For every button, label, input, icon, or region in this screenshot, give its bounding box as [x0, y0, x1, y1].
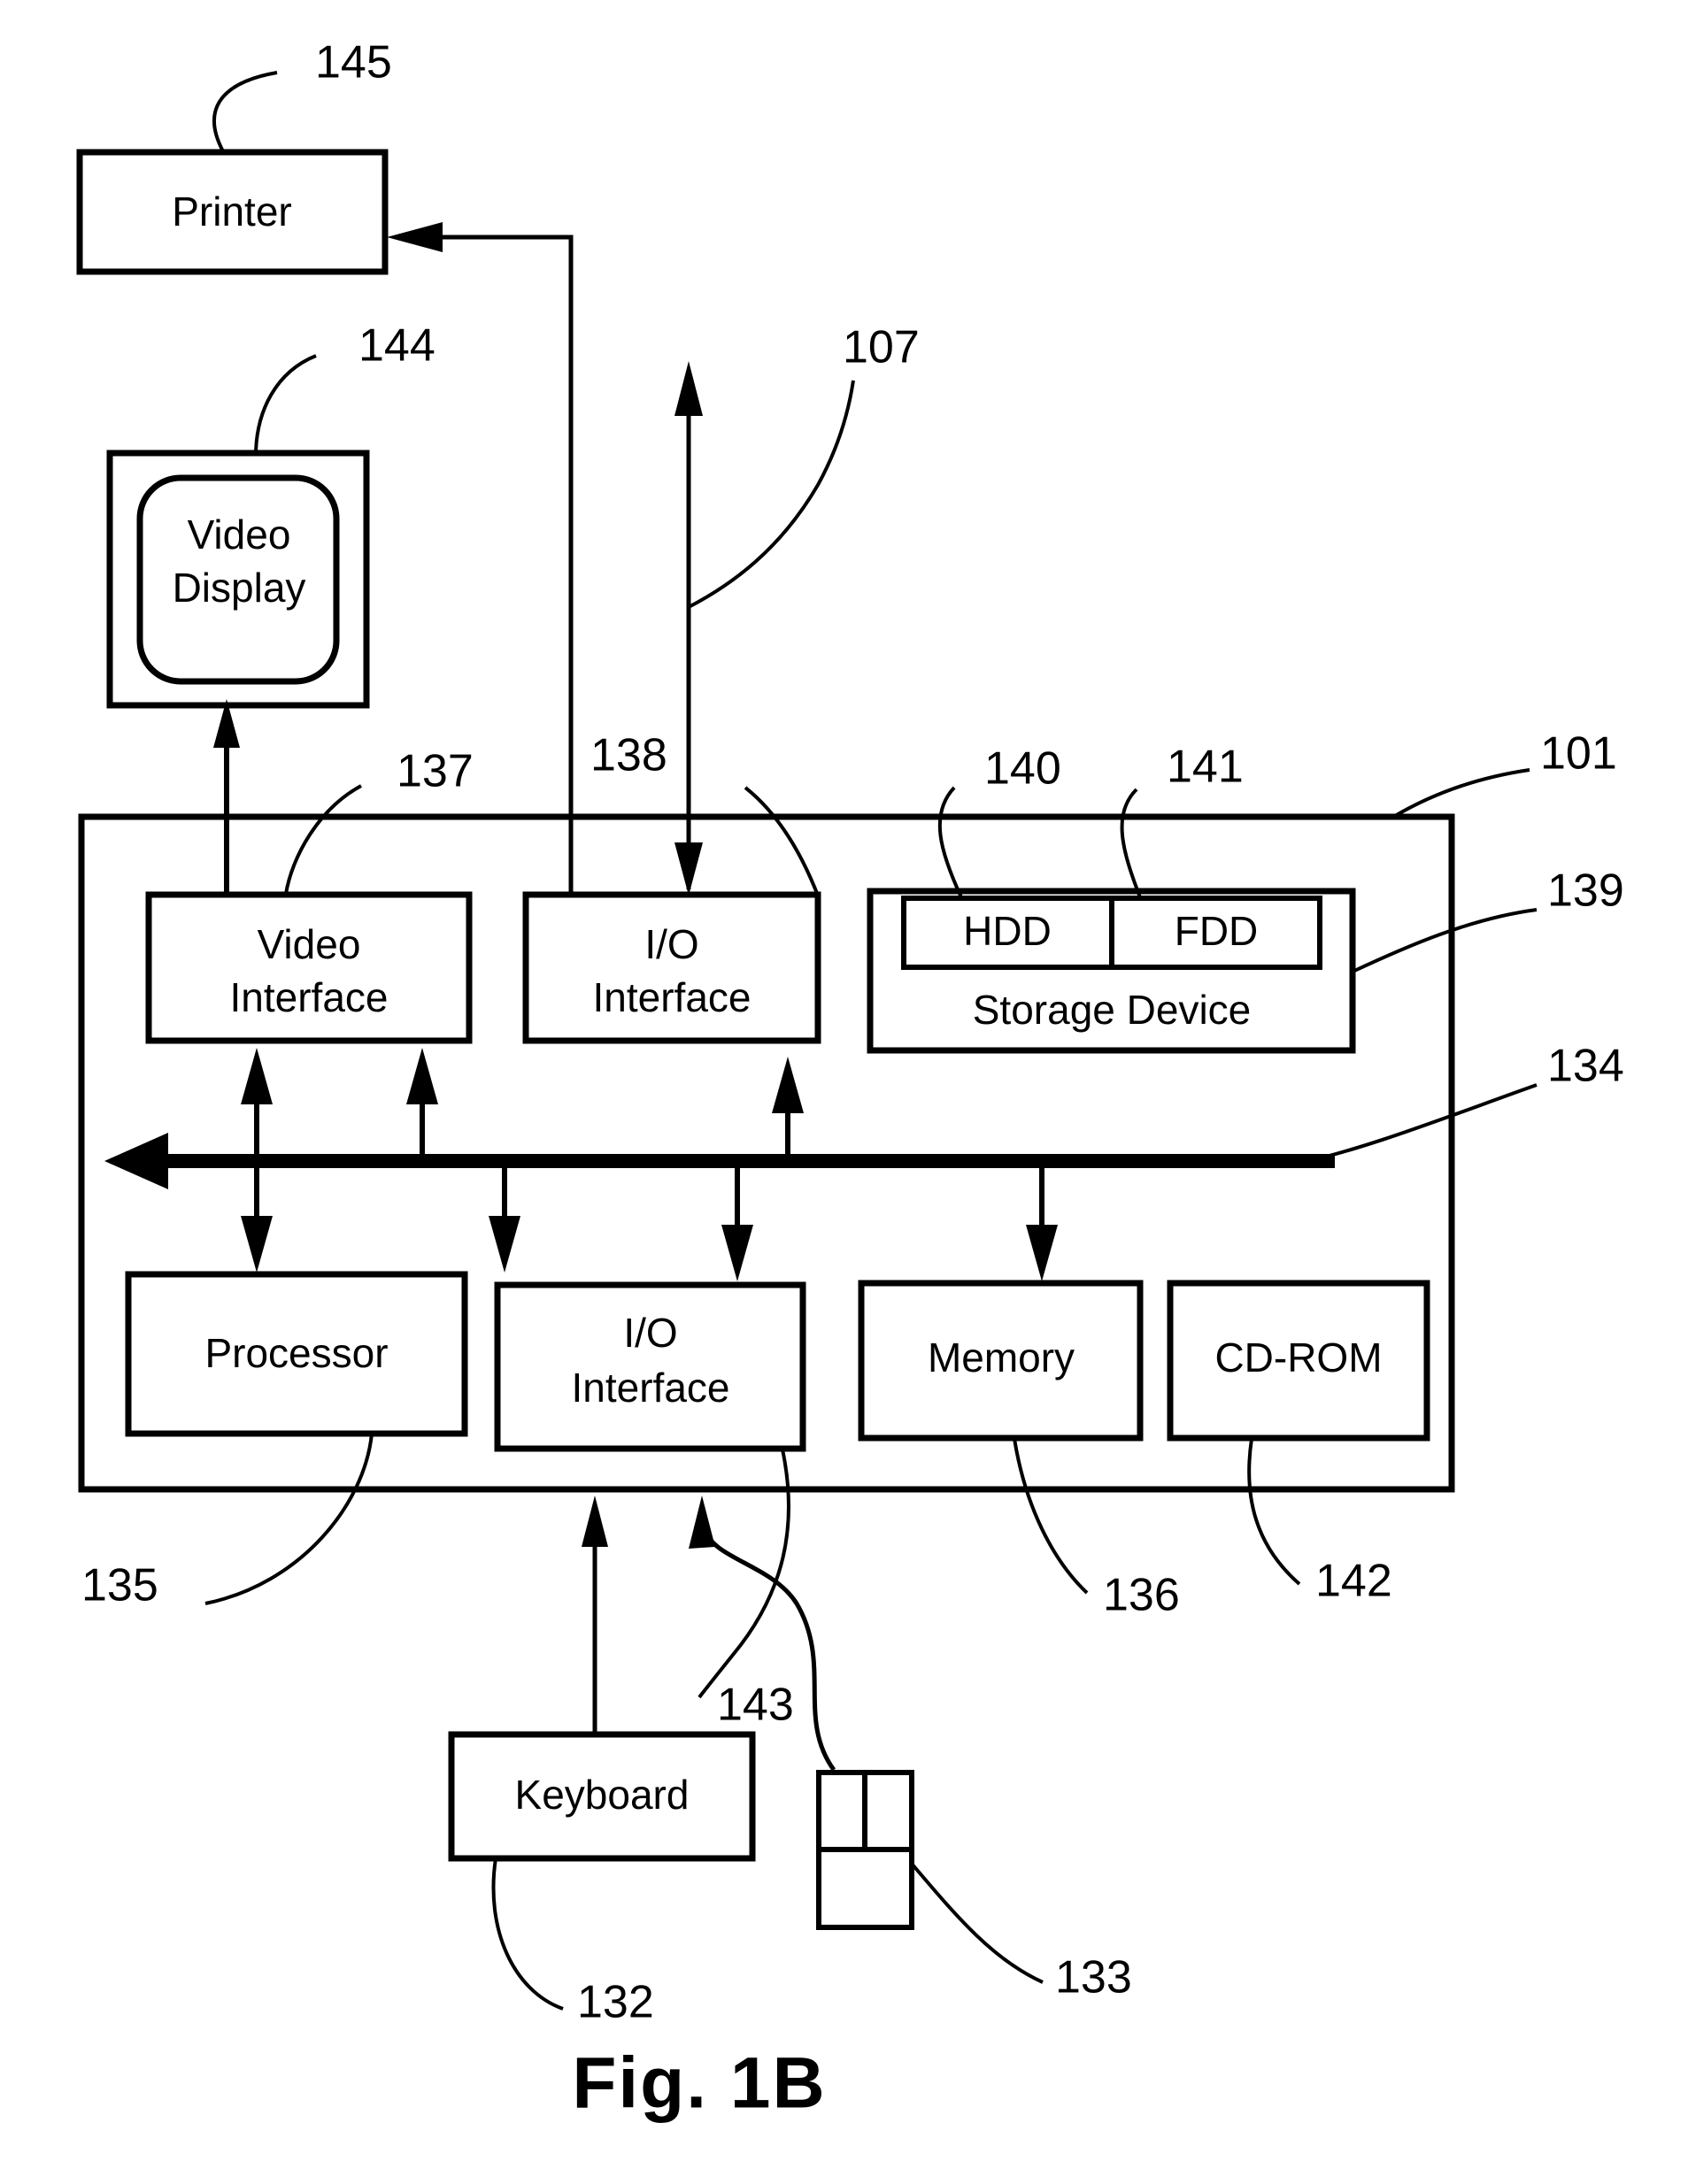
arrow-head-up-icon: [241, 1048, 273, 1104]
leader-line-101: [1393, 768, 1530, 818]
ref-135: 135: [81, 1560, 158, 1611]
cdrom-label: CD-ROM: [1214, 1334, 1382, 1380]
cdrom-block: CD-ROM: [1167, 1280, 1430, 1442]
io-interface-top-label-line2: Interface: [593, 974, 752, 1020]
arrow-video-interface-to-display: [213, 699, 240, 894]
arrow-bus-to-processor: [241, 1161, 273, 1273]
io-interface-bottom-block: I/O Interface: [494, 1281, 806, 1452]
leader-line-132: [491, 1857, 564, 2011]
video-display-block: Video Display: [106, 450, 370, 709]
arrow-head-down-icon: [721, 1225, 753, 1281]
io-interface-bottom-label-line1: I/O: [623, 1310, 677, 1356]
arrow-head-up-icon: [674, 361, 703, 416]
patent-figure-root: Printer 145 Video Display 144 101 Video …: [0, 0, 1688, 2184]
block-diagram-canvas: Printer 145 Video Display 144 101 Video …: [76, 37, 1624, 2124]
keyboard-label: Keyboard: [515, 1772, 690, 1818]
hdd-label: HDD: [963, 908, 1052, 954]
io-interface-top-block: I/O Interface: [522, 891, 821, 1044]
leader-line-144: [254, 354, 317, 454]
ref-107: 107: [843, 322, 920, 373]
arrow-head-up-icon: [406, 1048, 438, 1104]
ref-101: 101: [1540, 728, 1617, 780]
video-display-label-line1: Video: [188, 511, 291, 558]
arrow-bus-to-io-interface-top: [406, 1048, 438, 1161]
arrow-bus-to-cdrom: [1026, 1161, 1058, 1281]
leader-line-138: [744, 786, 820, 896]
arrow-head-up-icon: [772, 1057, 804, 1113]
arrow-head-down-icon: [241, 1216, 273, 1273]
video-interface-block: Video Interface: [145, 891, 473, 1044]
fdd-label: FDD: [1175, 908, 1259, 954]
arrow-head-down-icon: [674, 842, 703, 896]
ref-133: 133: [1055, 1952, 1132, 2003]
ref-140: 140: [984, 743, 1061, 795]
storage-device-label: Storage Device: [973, 987, 1252, 1033]
leader-line-142: [1247, 1438, 1301, 1586]
keyboard-block: Keyboard: [448, 1731, 756, 1862]
arrow-head-left-icon: [104, 1133, 168, 1189]
printer-block: Printer: [76, 149, 389, 275]
ref-142: 142: [1315, 1556, 1392, 1607]
leader-line-145: [212, 71, 278, 152]
ref-145: 145: [315, 37, 392, 88]
mouse-block: [816, 1770, 914, 1930]
processor-block: Processor: [125, 1271, 468, 1437]
video-display-label-line2: Display: [173, 565, 306, 611]
ref-141: 141: [1167, 742, 1244, 793]
leader-line-139: [1352, 908, 1538, 973]
leader-line-135: [204, 1433, 374, 1605]
arrow-bus-to-memory: [721, 1161, 753, 1281]
storage-device-block: HDD FDD Storage Device: [867, 888, 1356, 1054]
io-interface-bottom-label-line2: Interface: [572, 1365, 730, 1411]
video-interface-label-line1: Video: [258, 921, 361, 967]
io-interface-top-label-line1: I/O: [644, 921, 698, 967]
leader-line-107: [688, 380, 855, 609]
arrow-head-left-icon: [387, 222, 443, 252]
ref-132: 132: [577, 1977, 654, 2028]
arrow-head-down-icon: [489, 1216, 520, 1273]
arrow-bus-to-storage-device: [772, 1057, 804, 1161]
leader-line-140: [937, 786, 963, 898]
ref-139: 139: [1547, 865, 1624, 917]
arrow-head-down-icon: [1026, 1225, 1058, 1281]
leader-line-133: [910, 1862, 1044, 1984]
ref-137: 137: [397, 746, 474, 797]
leader-line-137: [284, 784, 362, 895]
system-bus: [104, 1133, 1335, 1189]
arrow-bus-to-video-interface: [241, 1048, 273, 1161]
video-interface-label-line2: Interface: [230, 974, 389, 1020]
ref-134: 134: [1547, 1041, 1624, 1092]
leader-line-141: [1120, 788, 1142, 898]
ref-138: 138: [590, 730, 667, 781]
memory-block: Memory: [858, 1280, 1144, 1442]
ref-136: 136: [1103, 1570, 1180, 1621]
ref-144: 144: [358, 320, 435, 372]
arrow-head-up-icon: [582, 1496, 608, 1547]
arrow-head-up-icon: [689, 1496, 715, 1549]
leader-line-134: [1291, 1083, 1538, 1166]
arrow-keyboard-to-io-interface: [582, 1496, 608, 1734]
memory-label: Memory: [928, 1334, 1075, 1380]
figure-caption: Fig. 1B: [572, 2043, 826, 2124]
printer-label: Printer: [172, 188, 291, 235]
leader-line-136: [1013, 1438, 1089, 1595]
ref-143: 143: [717, 1680, 794, 1731]
processor-label: Processor: [204, 1330, 388, 1376]
arrow-bus-to-io-interface-bottom: [489, 1161, 520, 1273]
